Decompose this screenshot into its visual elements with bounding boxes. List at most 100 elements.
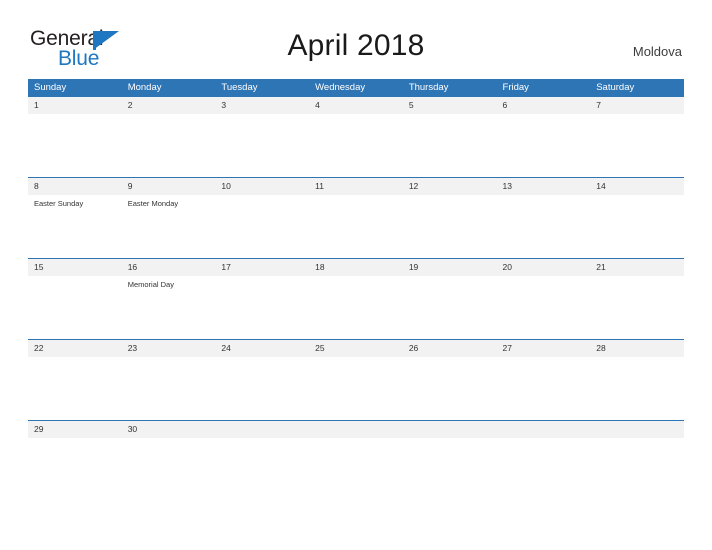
day-cell[interactable]: 1: [28, 96, 122, 178]
day-number: 30: [121, 421, 216, 438]
day-cell[interactable]: 8 Easter Sunday: [28, 177, 122, 259]
day-event: [590, 276, 684, 280]
day-cell[interactable]: 29: [28, 420, 122, 448]
day-number: 26: [402, 340, 497, 357]
day-cell[interactable]: 9 Easter Monday: [121, 177, 216, 259]
day-cell[interactable]: 26: [402, 339, 497, 421]
day-cell[interactable]: 11: [309, 177, 403, 259]
day-number: 5: [402, 97, 497, 114]
day-number: 9: [121, 178, 216, 195]
week-row: 15 16 Memorial Day 17 18 19 20 21: [28, 258, 684, 340]
day-number: 16: [121, 259, 216, 276]
day-event: [590, 438, 684, 442]
day-cell[interactable]: 30: [121, 420, 216, 448]
day-cell[interactable]: [590, 420, 684, 448]
day-event: [403, 195, 497, 199]
day-number: [590, 421, 684, 438]
day-cell[interactable]: 6: [496, 96, 591, 178]
day-number: 28: [590, 340, 684, 357]
day-number: 24: [215, 340, 310, 357]
day-cell[interactable]: 14: [590, 177, 684, 259]
day-event: [497, 438, 591, 442]
day-cell[interactable]: 12: [402, 177, 497, 259]
day-number: 12: [402, 178, 497, 195]
day-number: 19: [402, 259, 497, 276]
weekday-header-saturday: Saturday: [590, 79, 684, 97]
day-number: 4: [309, 97, 403, 114]
day-cell[interactable]: [215, 420, 310, 448]
day-cell[interactable]: 27: [496, 339, 591, 421]
day-number: 3: [215, 97, 310, 114]
day-cell[interactable]: 24: [215, 339, 310, 421]
day-number: 6: [496, 97, 591, 114]
day-event: [122, 114, 216, 118]
day-event: [309, 195, 403, 199]
day-number: 17: [215, 259, 310, 276]
week-row: 29 30: [28, 420, 684, 448]
day-cell[interactable]: 18: [309, 258, 403, 340]
day-number: 10: [215, 178, 310, 195]
day-cell[interactable]: 2: [121, 96, 216, 178]
day-number: [402, 421, 497, 438]
day-number: 20: [496, 259, 591, 276]
day-cell[interactable]: 19: [402, 258, 497, 340]
day-cell[interactable]: [309, 420, 403, 448]
day-cell[interactable]: 7: [590, 96, 684, 178]
weekday-header-friday: Friday: [496, 79, 591, 97]
day-cell[interactable]: 4: [309, 96, 403, 178]
day-event: [28, 276, 122, 280]
weekday-header-row: Sunday Monday Tuesday Wednesday Thursday…: [28, 79, 684, 97]
day-number: 2: [121, 97, 216, 114]
day-cell[interactable]: 16 Memorial Day: [121, 258, 216, 340]
week-row: 1 2 3 4 5 6 7: [28, 96, 684, 178]
calendar-page: General Blue April 2018 Moldova Sunday M…: [0, 0, 712, 550]
day-cell[interactable]: [496, 420, 591, 448]
day-cell[interactable]: 17: [215, 258, 310, 340]
day-cell[interactable]: 28: [590, 339, 684, 421]
day-event: [590, 195, 684, 199]
weekday-header-tuesday: Tuesday: [215, 79, 310, 97]
day-number: [215, 421, 310, 438]
day-cell[interactable]: 10: [215, 177, 310, 259]
day-event: [28, 357, 122, 361]
week-row: 8 Easter Sunday 9 Easter Monday 10 11 12 1…: [28, 177, 684, 259]
day-event: Easter Sunday: [34, 199, 84, 208]
weekday-header-thursday: Thursday: [402, 79, 497, 97]
day-event: [497, 195, 591, 199]
day-event: [309, 114, 403, 118]
day-number: [496, 421, 591, 438]
day-cell[interactable]: 25: [309, 339, 403, 421]
weekday-header-sunday: Sunday: [28, 79, 122, 97]
day-event: Easter Monday: [127, 199, 179, 208]
day-number: 18: [309, 259, 403, 276]
day-cell[interactable]: 22: [28, 339, 122, 421]
day-cell[interactable]: 23: [121, 339, 216, 421]
day-event: Memorial Day: [127, 280, 174, 289]
day-cell[interactable]: 21: [590, 258, 684, 340]
day-number: [309, 421, 403, 438]
day-event: [309, 357, 403, 361]
day-number: 22: [28, 340, 122, 357]
day-cell[interactable]: 15: [28, 258, 122, 340]
day-event: [497, 357, 591, 361]
day-event: [403, 276, 497, 280]
day-number: 15: [28, 259, 122, 276]
day-event: [590, 357, 684, 361]
day-event: [590, 114, 684, 118]
day-cell[interactable]: 3: [215, 96, 310, 178]
day-event: [28, 114, 122, 118]
day-event: [497, 114, 591, 118]
day-cell[interactable]: 20: [496, 258, 591, 340]
calendar-table: Sunday Monday Tuesday Wednesday Thursday…: [28, 79, 684, 448]
day-cell[interactable]: 13: [496, 177, 591, 259]
page-title: April 2018: [287, 29, 425, 62]
week-row: 22 23 24 25 26 27 28: [28, 339, 684, 421]
day-number: 14: [590, 178, 684, 195]
day-event: [215, 438, 309, 442]
day-event: [403, 357, 497, 361]
weekday-header-wednesday: Wednesday: [309, 79, 403, 97]
day-cell[interactable]: [402, 420, 497, 448]
day-cell[interactable]: 5: [402, 96, 497, 178]
day-number: 1: [28, 97, 122, 114]
day-number: 13: [496, 178, 591, 195]
